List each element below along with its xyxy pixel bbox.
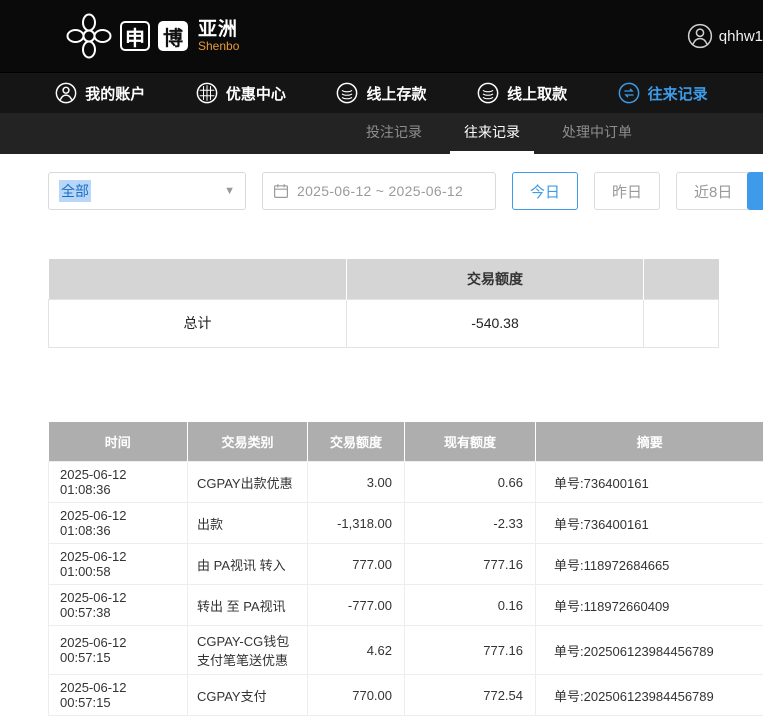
table-cell: 2025-06-12 01:08:36: [49, 462, 188, 503]
table-cell: 单号:118972660409: [536, 585, 763, 626]
last8days-button[interactable]: 近8日: [676, 172, 750, 210]
withdraw-coin-icon: [477, 82, 499, 104]
table-cell: 3.00: [308, 462, 405, 503]
table-row: 2025-06-12 01:08:36出款-1,318.00-2.33单号:73…: [49, 503, 763, 544]
transactions-body: 2025-06-12 01:08:36CGPAY出款优惠3.000.66单号:7…: [49, 462, 763, 716]
date-range-value: 2025-06-12 ~ 2025-06-12: [297, 183, 463, 199]
flower-logo-icon: [66, 13, 112, 59]
sub-nav: 投注记录 往来记录 处理中订单: [0, 113, 763, 154]
table-cell: 单号:736400161: [536, 503, 763, 544]
table-cell: 由 PA视讯 转入: [188, 544, 308, 585]
table-cell: 2025-06-12 00:57:38: [49, 585, 188, 626]
brand-logo[interactable]: 申 博 亚洲 Shenbo: [66, 13, 239, 59]
filter-bar: 全部 ▼ 2025-06-12 ~ 2025-06-12 今日 昨日 近8日: [48, 163, 763, 219]
table-row: 2025-06-12 00:57:15CGPAY支付770.00772.54单号…: [49, 675, 763, 716]
table-row: 2025-06-12 01:08:36CGPAY出款优惠3.000.66单号:7…: [49, 462, 763, 503]
transactions-header-row: 时间 交易类别 交易额度 现有额度 摘要: [49, 422, 763, 462]
summary-header-row: 交易额度: [49, 259, 719, 299]
table-cell: 0.16: [405, 585, 536, 626]
nav-item-label: 线上取款: [507, 83, 567, 104]
username-text: qhhw1: [719, 28, 763, 45]
summary-table: 交易额度 总计 -540.38: [48, 259, 719, 348]
table-cell: CGPAY出款优惠: [188, 462, 308, 503]
nav-item-transactions[interactable]: 往来记录: [612, 73, 714, 113]
col-header-summary: 摘要: [536, 422, 763, 462]
summary-total-value: -540.38: [347, 299, 644, 347]
table-cell: 770.00: [308, 675, 405, 716]
nav-item-label: 我的账户: [85, 83, 145, 104]
logo-brand-text: Shenbo: [198, 40, 239, 53]
table-cell: 772.54: [405, 675, 536, 716]
table-cell: 2025-06-12 00:57:15: [49, 626, 188, 675]
user-avatar-icon: [687, 23, 713, 49]
table-cell: 4.62: [308, 626, 405, 675]
col-header-balance: 现有额度: [405, 422, 536, 462]
table-cell: 777.16: [405, 626, 536, 675]
table-cell: 777.16: [405, 544, 536, 585]
col-header-type: 交易类别: [188, 422, 308, 462]
table-cell: 2025-06-12 01:08:36: [49, 503, 188, 544]
table-row: 2025-06-12 00:57:38转出 至 PA视讯-777.000.16单…: [49, 585, 763, 626]
query-button[interactable]: [747, 172, 763, 210]
summary-total-empty: [644, 299, 719, 347]
promo-center-icon: [196, 82, 218, 104]
today-button[interactable]: 今日: [512, 172, 578, 210]
col-header-time: 时间: [49, 422, 188, 462]
col-header-amount: 交易额度: [308, 422, 405, 462]
nav-item-deposit[interactable]: 线上存款: [330, 73, 432, 113]
logo-text-block: 亚洲 Shenbo: [198, 20, 239, 53]
nav-item-label: 线上存款: [366, 83, 426, 104]
table-cell: 单号:118972684665: [536, 544, 763, 585]
summary-header-empty: [49, 259, 347, 299]
tab-betting-records[interactable]: 投注记录: [352, 113, 436, 154]
chevron-down-icon: ▼: [224, 185, 235, 197]
table-cell: CGPAY支付: [188, 675, 308, 716]
table-cell: 单号:736400161: [536, 462, 763, 503]
type-select-value: 全部: [59, 180, 91, 202]
table-cell: 0.66: [405, 462, 536, 503]
tab-transaction-records[interactable]: 往来记录: [450, 113, 534, 154]
table-row: 2025-06-12 01:00:58由 PA视讯 转入777.00777.16…: [49, 544, 763, 585]
table-cell: -1,318.00: [308, 503, 405, 544]
logo-char-shen: 申: [120, 21, 150, 51]
table-cell: 2025-06-12 01:00:58: [49, 544, 188, 585]
table-cell: 单号:202506123984456789: [536, 675, 763, 716]
summary-total-row: 总计 -540.38: [49, 299, 719, 347]
nav-item-label: 往来记录: [648, 83, 708, 104]
table-cell: 转出 至 PA视讯: [188, 585, 308, 626]
type-select[interactable]: 全部 ▼: [48, 172, 246, 210]
table-cell: 2025-06-12 00:57:15: [49, 675, 188, 716]
nav-item-promotions[interactable]: 优惠中心: [190, 73, 292, 113]
nav-item-label: 优惠中心: [226, 83, 286, 104]
user-account-area[interactable]: qhhw1: [687, 0, 763, 72]
summary-header-amount: 交易额度: [347, 259, 644, 299]
table-cell: 出款: [188, 503, 308, 544]
table-cell: -777.00: [308, 585, 405, 626]
calendar-icon: [273, 183, 289, 199]
main-nav: 我的账户 优惠中心 线上存款 线上取款: [0, 72, 763, 113]
table-row: 2025-06-12 00:57:15CGPAY-CG钱包支付笔笔送优惠4.62…: [49, 626, 763, 675]
logo-char-bo: 博: [158, 21, 188, 51]
transfer-record-icon: [618, 82, 640, 104]
nav-item-my-account[interactable]: 我的账户: [49, 73, 151, 113]
account-person-icon: [55, 82, 77, 104]
top-header: 申 博 亚洲 Shenbo qhhw1: [0, 0, 763, 72]
date-range-input[interactable]: 2025-06-12 ~ 2025-06-12: [262, 172, 496, 210]
yesterday-button[interactable]: 昨日: [594, 172, 660, 210]
logo-region-text: 亚洲: [198, 20, 239, 40]
table-cell: 777.00: [308, 544, 405, 585]
deposit-coin-icon: [336, 82, 358, 104]
table-cell: CGPAY-CG钱包支付笔笔送优惠: [188, 626, 308, 675]
summary-header-empty: [644, 259, 719, 299]
table-cell: 单号:202506123984456789: [536, 626, 763, 675]
nav-item-withdraw[interactable]: 线上取款: [471, 73, 573, 113]
table-cell: -2.33: [405, 503, 536, 544]
summary-total-label: 总计: [49, 299, 347, 347]
transactions-table: 时间 交易类别 交易额度 现有额度 摘要 2025-06-12 01:08:36…: [48, 422, 763, 717]
tab-pending-orders[interactable]: 处理中订单: [548, 113, 646, 154]
